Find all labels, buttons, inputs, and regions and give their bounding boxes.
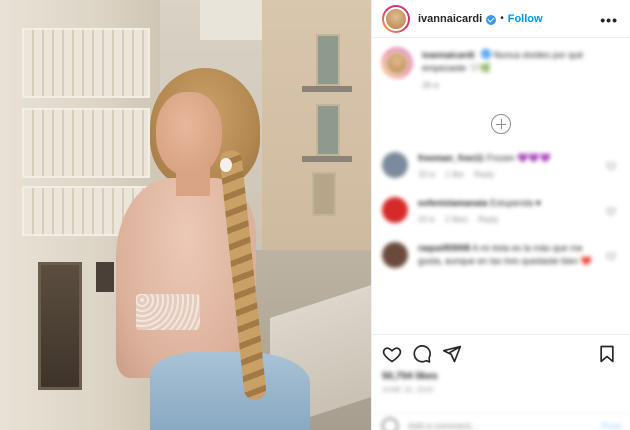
photo-balcony — [22, 28, 150, 98]
comment-reply-button[interactable]: Reply — [474, 170, 494, 179]
comment-likes[interactable]: 1 like — [445, 170, 464, 179]
caption-avatar[interactable] — [382, 48, 412, 78]
comment-item: exfenixlamanaia Estupenda ♥ 33 w 2 likes… — [382, 197, 620, 224]
comment-content: Frozen 💜💜💜 — [486, 153, 551, 163]
comment-avatar[interactable] — [382, 152, 408, 178]
add-comment-row: Add a comment... Post — [372, 413, 630, 430]
comment-meta: 33 w 2 likes Reply — [418, 215, 598, 224]
comment-text: freeman_free11 Frozen 💜💜💜 — [418, 152, 598, 165]
share-icon[interactable] — [442, 344, 462, 364]
post-header: ivannaicardi • Follow ••• — [372, 0, 630, 38]
photo-person-face — [156, 92, 222, 176]
comment-content: Estupenda ♥ — [490, 198, 541, 208]
photo-balcony — [22, 108, 150, 178]
avatar-image — [384, 6, 408, 31]
comment-body: raquel93008 A mi ésta es la más que me g… — [418, 242, 598, 268]
post-photo[interactable] — [0, 0, 371, 430]
comment-username[interactable]: raquel93008 — [418, 243, 470, 253]
caption-body: ivannaicardi Nunca olvides por qué empez… — [422, 48, 612, 90]
more-options-button[interactable]: ••• — [600, 12, 618, 28]
load-more-comments-icon[interactable] — [491, 114, 511, 134]
photo-person-jeans — [150, 352, 310, 430]
comment-time: 33 w — [418, 215, 435, 224]
photo-person-sleeve — [136, 294, 200, 330]
caption-username[interactable]: ivannaicardi — [422, 50, 475, 60]
follow-button[interactable]: Follow — [508, 13, 543, 25]
photo-door — [38, 262, 82, 390]
comment-text: exfenixlamanaia Estupenda ♥ — [418, 197, 598, 210]
photo-window-shutter — [316, 34, 340, 86]
photo-balcony-rail — [302, 86, 352, 92]
comment-avatar[interactable] — [382, 197, 408, 223]
instagram-post: ivannaicardi • Follow ••• ivannaicardi N… — [0, 0, 630, 430]
photo-person-earring — [220, 158, 232, 172]
comment-meta: 33 w 1 like Reply — [418, 170, 598, 179]
add-comment-input[interactable]: Add a comment... — [408, 421, 601, 430]
comment-avatar[interactable] — [382, 242, 408, 268]
bookmark-icon[interactable] — [597, 344, 617, 364]
photo-balcony-rail — [302, 156, 352, 162]
verified-badge-icon — [486, 14, 497, 25]
photo-window-shutter — [312, 172, 336, 216]
comments-list: ivannaicardi Nunca olvides por qué empez… — [372, 38, 630, 334]
header-separator: • — [500, 13, 504, 24]
action-icons-row — [382, 341, 621, 367]
caption: ivannaicardi Nunca olvides por qué empez… — [382, 48, 620, 90]
comment-username[interactable]: exfenixlamanaia — [418, 198, 488, 208]
photo-window — [96, 262, 114, 292]
post-comment-button[interactable]: Post — [601, 421, 621, 430]
comment-item: raquel93008 A mi ésta es la más que me g… — [382, 242, 620, 268]
comment-like-heart-icon[interactable] — [606, 248, 616, 261]
comment-like-heart-icon[interactable] — [606, 158, 616, 171]
post-actions: 50,704 likes JUNE 16, 2020 Add a comment… — [372, 334, 630, 430]
comment-reply-button[interactable]: Reply — [478, 215, 498, 224]
avatar-image — [384, 50, 410, 76]
comment-body: freeman_free11 Frozen 💜💜💜 33 w 1 like Re… — [418, 152, 598, 179]
comment-body: exfenixlamanaia Estupenda ♥ 33 w 2 likes… — [418, 197, 598, 224]
avatar[interactable] — [382, 4, 410, 33]
comment-time: 33 w — [418, 170, 435, 179]
heart-icon[interactable] — [382, 344, 402, 364]
comment-likes[interactable]: 2 likes — [445, 215, 468, 224]
emoji-icon[interactable] — [382, 417, 398, 430]
likes-count[interactable]: 50,704 likes — [382, 371, 621, 382]
comment-icon[interactable] — [412, 344, 432, 364]
comment-like-heart-icon[interactable] — [606, 203, 616, 216]
header-username[interactable]: ivannaicardi — [418, 13, 482, 25]
post-date: JUNE 16, 2020 — [382, 387, 434, 394]
photo-window-shutter — [316, 104, 340, 156]
verified-badge-icon — [481, 49, 492, 59]
caption-text: ivannaicardi Nunca olvides por qué empez… — [422, 48, 612, 75]
comment-username[interactable]: freeman_free11 — [418, 153, 484, 163]
post-side-panel: ivannaicardi • Follow ••• ivannaicardi N… — [371, 0, 630, 430]
comment-item: freeman_free11 Frozen 💜💜💜 33 w 1 like Re… — [382, 152, 620, 179]
caption-time: 38 w — [422, 81, 439, 90]
comment-text: raquel93008 A mi ésta es la más que me g… — [418, 242, 598, 268]
